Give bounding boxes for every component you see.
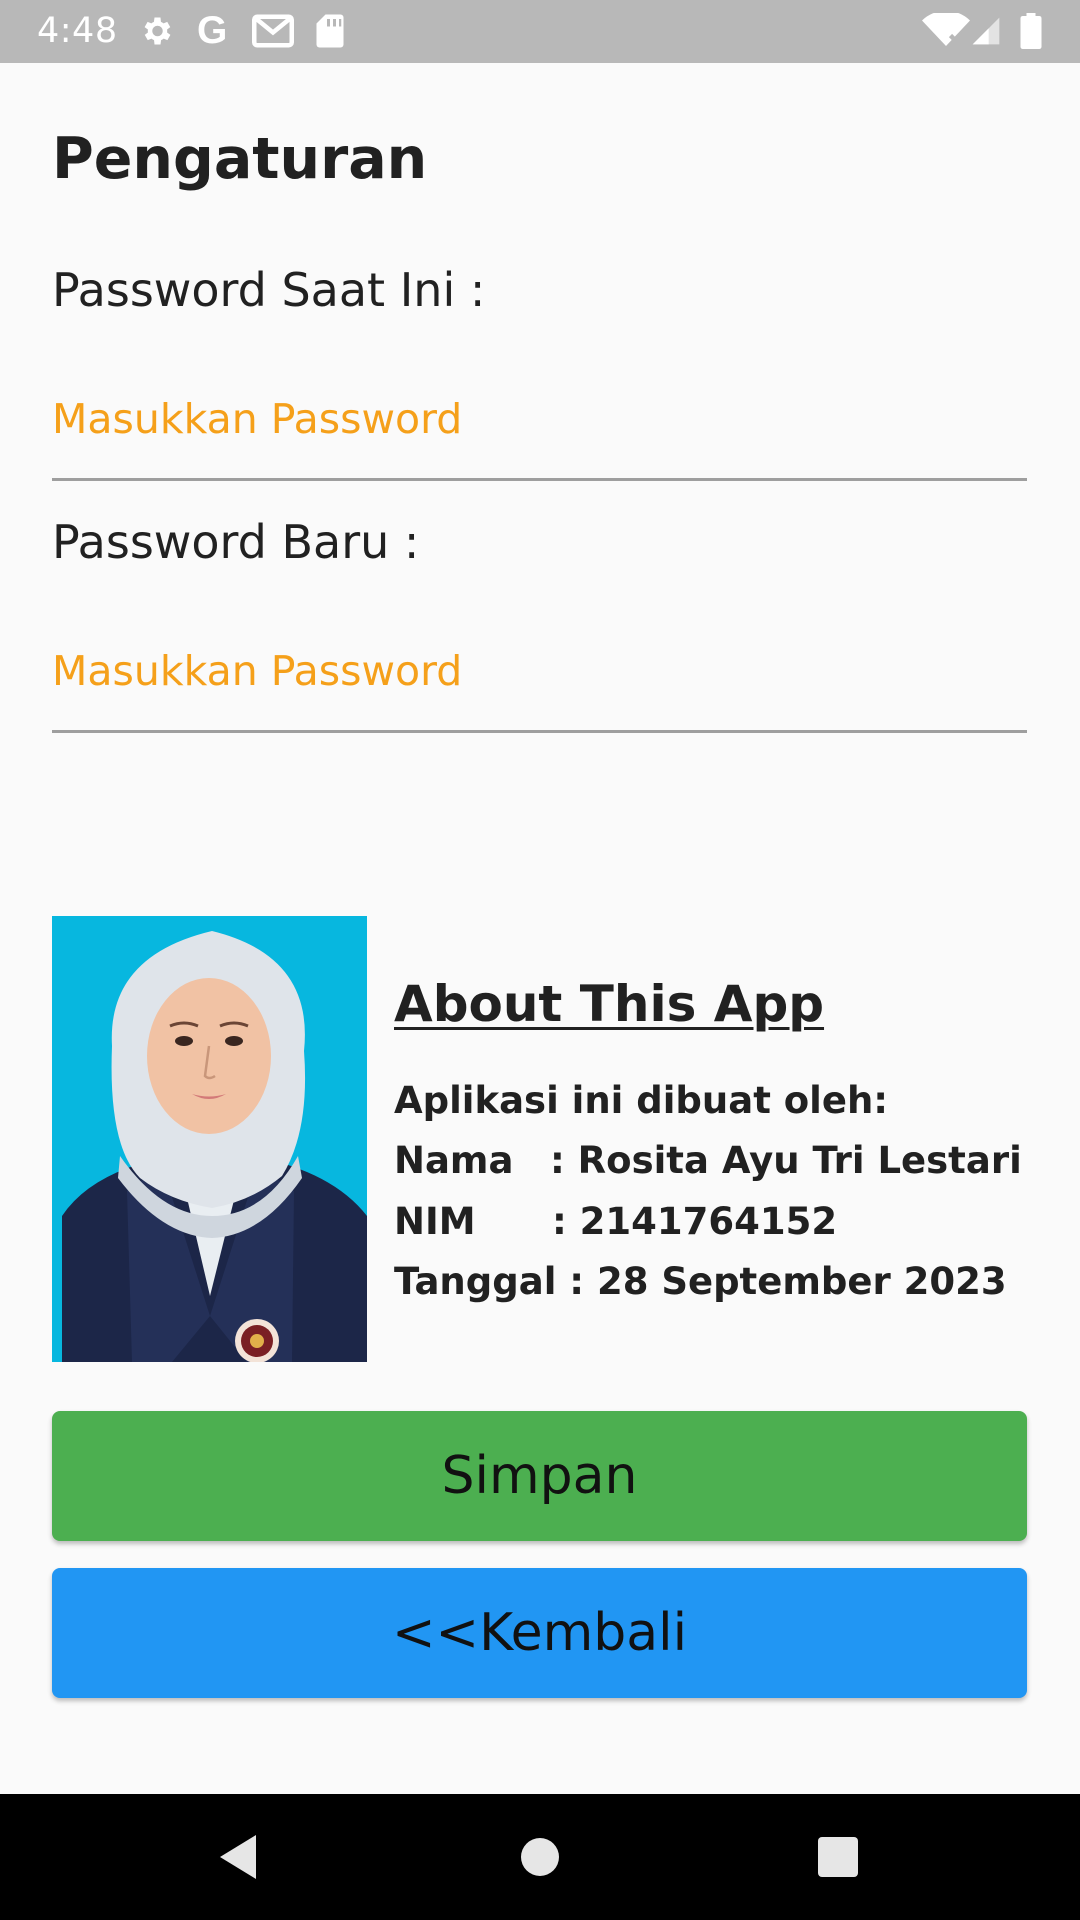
about-name-row: Nama : Rosita Ayu Tri Lestari xyxy=(394,1138,1022,1184)
new-password-input[interactable] xyxy=(52,625,1027,733)
navigation-bar xyxy=(0,1794,1080,1920)
current-password-input[interactable] xyxy=(52,373,1027,481)
back-triangle-icon[interactable] xyxy=(210,1827,270,1887)
name-value: : Rosita Ayu Tri Lestari xyxy=(550,1139,1022,1182)
sd-card-icon xyxy=(316,14,344,48)
home-circle-icon[interactable] xyxy=(510,1827,570,1887)
nim-value: : 2141764152 xyxy=(552,1200,838,1243)
signal-icon xyxy=(972,17,1000,45)
profile-portrait-illustration xyxy=(52,916,367,1362)
name-key: Nama xyxy=(394,1139,514,1182)
profile-photo xyxy=(52,916,367,1362)
google-icon: G xyxy=(197,9,228,52)
about-date-row: Tanggal : 28 September 2023 xyxy=(394,1260,1007,1303)
nim-key: NIM xyxy=(394,1200,476,1243)
save-button[interactable]: Simpan xyxy=(52,1411,1027,1541)
gear-icon xyxy=(144,17,171,45)
status-bar: 4:48 G xyxy=(0,0,1080,63)
wifi-icon xyxy=(922,13,970,48)
status-time: 4:48 xyxy=(37,11,118,51)
about-title: About This App xyxy=(394,975,825,1033)
about-made-by: Aplikasi ini dibuat oleh: xyxy=(394,1079,889,1122)
about-nim-row: NIM : 2141764152 xyxy=(394,1199,837,1245)
page-title: Pengaturan xyxy=(52,126,428,192)
new-password-label: Password Baru : xyxy=(52,515,420,569)
battery-icon xyxy=(1020,13,1042,49)
current-password-label: Password Saat Ini : xyxy=(52,263,486,317)
gmail-icon xyxy=(252,14,294,48)
back-button[interactable]: <<Kembali xyxy=(52,1568,1027,1698)
recents-square-icon[interactable] xyxy=(808,1827,868,1887)
